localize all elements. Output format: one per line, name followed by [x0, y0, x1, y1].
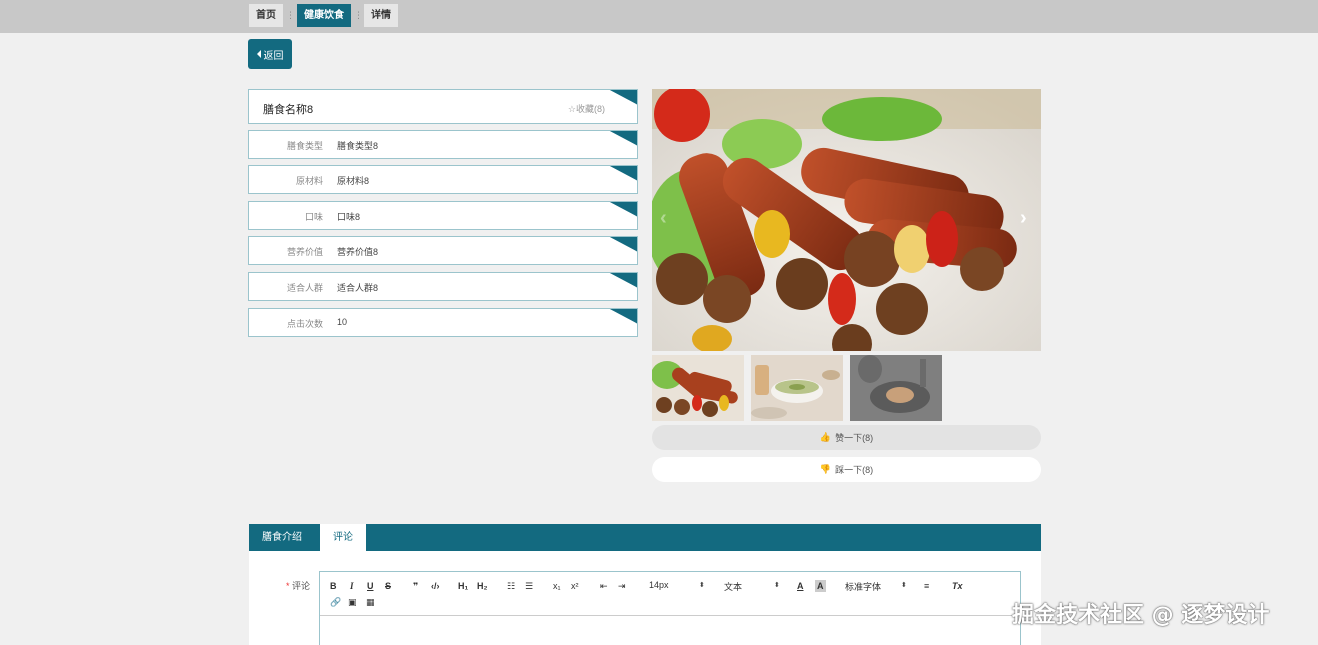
back-label: 返回	[263, 50, 284, 62]
row-label: 膳食类型	[286, 141, 323, 151]
text-color-icon[interactable]: A	[797, 580, 804, 592]
favorite-button[interactable]: ☆收藏(8)	[568, 102, 605, 115]
corner-ribbon-icon	[609, 166, 637, 181]
corner-ribbon-icon	[609, 131, 637, 146]
thumbs-up-icon: 👍	[819, 432, 832, 442]
row-value: 膳食类型8	[337, 141, 379, 151]
header-value: 文本	[724, 582, 743, 592]
row-label: 原材料	[295, 176, 323, 186]
breadcrumb-separator: ⋮	[286, 10, 295, 20]
font-family-value: 标准字体	[845, 582, 882, 592]
back-button[interactable]: 返回	[248, 39, 292, 69]
row-value: 适合人群8	[337, 283, 379, 293]
row-label: 营养价值	[286, 247, 323, 257]
detail-row: 适合人群 适合人群8	[248, 272, 638, 301]
outdent-icon[interactable]: ⇤	[600, 580, 608, 592]
detail-row: 膳食类型 膳食类型8	[248, 130, 638, 159]
required-mark: *	[286, 581, 290, 591]
row-label: 适合人群	[286, 283, 323, 293]
comment-editor-area[interactable]	[320, 616, 1020, 645]
like-button[interactable]: 👍 赞一下(8)	[652, 425, 1041, 450]
row-value: 口味8	[337, 212, 361, 222]
ordered-list-icon[interactable]: ☷	[507, 580, 515, 592]
bold-button[interactable]: B	[330, 580, 337, 592]
indent-icon[interactable]: ⇥	[618, 580, 626, 592]
video-icon[interactable]: ▦	[366, 596, 375, 608]
header-select[interactable]: 文本 ⬍	[724, 580, 780, 593]
next-arrow-icon[interactable]: ›	[1020, 207, 1027, 230]
align-icon[interactable]: ≡	[924, 580, 929, 592]
corner-ribbon-icon	[609, 90, 637, 105]
comment-label-text: 评论	[292, 581, 311, 591]
favorite-label: 收藏(8)	[576, 104, 605, 114]
bullet-list-icon[interactable]: ☰	[525, 580, 533, 592]
code-icon[interactable]: ‹/›	[431, 580, 440, 592]
italic-button[interactable]: I	[350, 580, 354, 592]
watermark-text: 掘金技术社区 @ 逐梦设计	[1012, 603, 1270, 628]
select-caret-icon: ⬍	[699, 582, 705, 589]
tab-comments[interactable]: 评论	[320, 524, 366, 551]
thumbnail-dish[interactable]	[850, 355, 942, 421]
breadcrumb-home[interactable]: 首页	[249, 4, 283, 27]
superscript-button[interactable]: x²	[571, 580, 579, 592]
breadcrumb-category[interactable]: 健康饮食	[297, 4, 351, 27]
detail-row: 营养价值 营养价值8	[248, 236, 638, 265]
row-value: 10	[337, 317, 348, 327]
comment-field-label: * 评论	[286, 579, 310, 592]
rich-text-editor: B I U S ❞ ‹/› H₁ H₂ ☷ ☰ x₁ x² ⇤ ⇥ 14px ⬍…	[319, 571, 1021, 645]
select-caret-icon: ⬍	[774, 582, 780, 589]
corner-ribbon-icon	[609, 202, 637, 217]
underline-button[interactable]: U	[367, 580, 374, 592]
editor-toolbar: B I U S ❞ ‹/› H₁ H₂ ☷ ☰ x₁ x² ⇤ ⇥ 14px ⬍…	[320, 572, 1020, 616]
h1-button[interactable]: H₁	[458, 580, 468, 592]
tab-introduction[interactable]: 膳食介绍	[249, 524, 315, 551]
blockquote-icon[interactable]: ❞	[413, 580, 418, 592]
dislike-label: 踩一下(8)	[835, 465, 874, 475]
link-icon[interactable]: 🔗	[330, 596, 341, 608]
corner-ribbon-icon	[609, 273, 637, 288]
corner-ribbon-icon	[609, 309, 637, 324]
row-value: 原材料8	[337, 176, 370, 186]
tabs-bar: 膳食介绍 评论	[249, 524, 1041, 551]
caret-left-icon	[256, 50, 261, 58]
detail-row: 原材料 原材料8	[248, 165, 638, 194]
like-label: 赞一下(8)	[835, 433, 874, 443]
image-icon[interactable]: ▣	[348, 596, 357, 608]
breadcrumb-separator: ⋮	[354, 10, 363, 20]
h2-button[interactable]: H₂	[477, 580, 488, 592]
main-food-image: ‹ ›	[652, 89, 1041, 351]
font-size-value: 14px	[649, 580, 669, 590]
dish-title: 膳食名称8	[263, 104, 314, 116]
star-icon: ☆	[567, 104, 576, 114]
prev-arrow-icon[interactable]: ‹	[660, 207, 667, 230]
subscript-button[interactable]: x₁	[553, 580, 561, 592]
row-value: 营养价值8	[337, 247, 379, 257]
corner-ribbon-icon	[609, 237, 637, 252]
detail-title-box: 膳食名称8 ☆收藏(8)	[248, 89, 638, 124]
thumbnail-kebab[interactable]	[652, 355, 744, 421]
strike-button[interactable]: S	[385, 580, 391, 592]
row-label: 点击次数	[286, 319, 323, 329]
row-label: 口味	[304, 212, 323, 222]
select-caret-icon: ⬍	[901, 582, 907, 589]
thumbs-down-icon: 👎	[819, 464, 832, 474]
thumbnail-soup[interactable]	[751, 355, 843, 421]
font-size-select[interactable]: 14px ⬍	[649, 580, 705, 590]
clear-format-icon[interactable]: Tx	[952, 580, 963, 592]
detail-row: 点击次数 10	[248, 308, 638, 337]
breadcrumb-current: 详情	[364, 4, 398, 27]
detail-row: 口味 口味8	[248, 201, 638, 230]
background-color-icon[interactable]: A	[815, 580, 826, 592]
dislike-button[interactable]: 👎 踩一下(8)	[652, 457, 1041, 482]
font-family-select[interactable]: 标准字体 ⬍	[845, 580, 907, 593]
top-bar: 首页 ⋮ 健康饮食 ⋮ 详情	[0, 0, 1318, 33]
